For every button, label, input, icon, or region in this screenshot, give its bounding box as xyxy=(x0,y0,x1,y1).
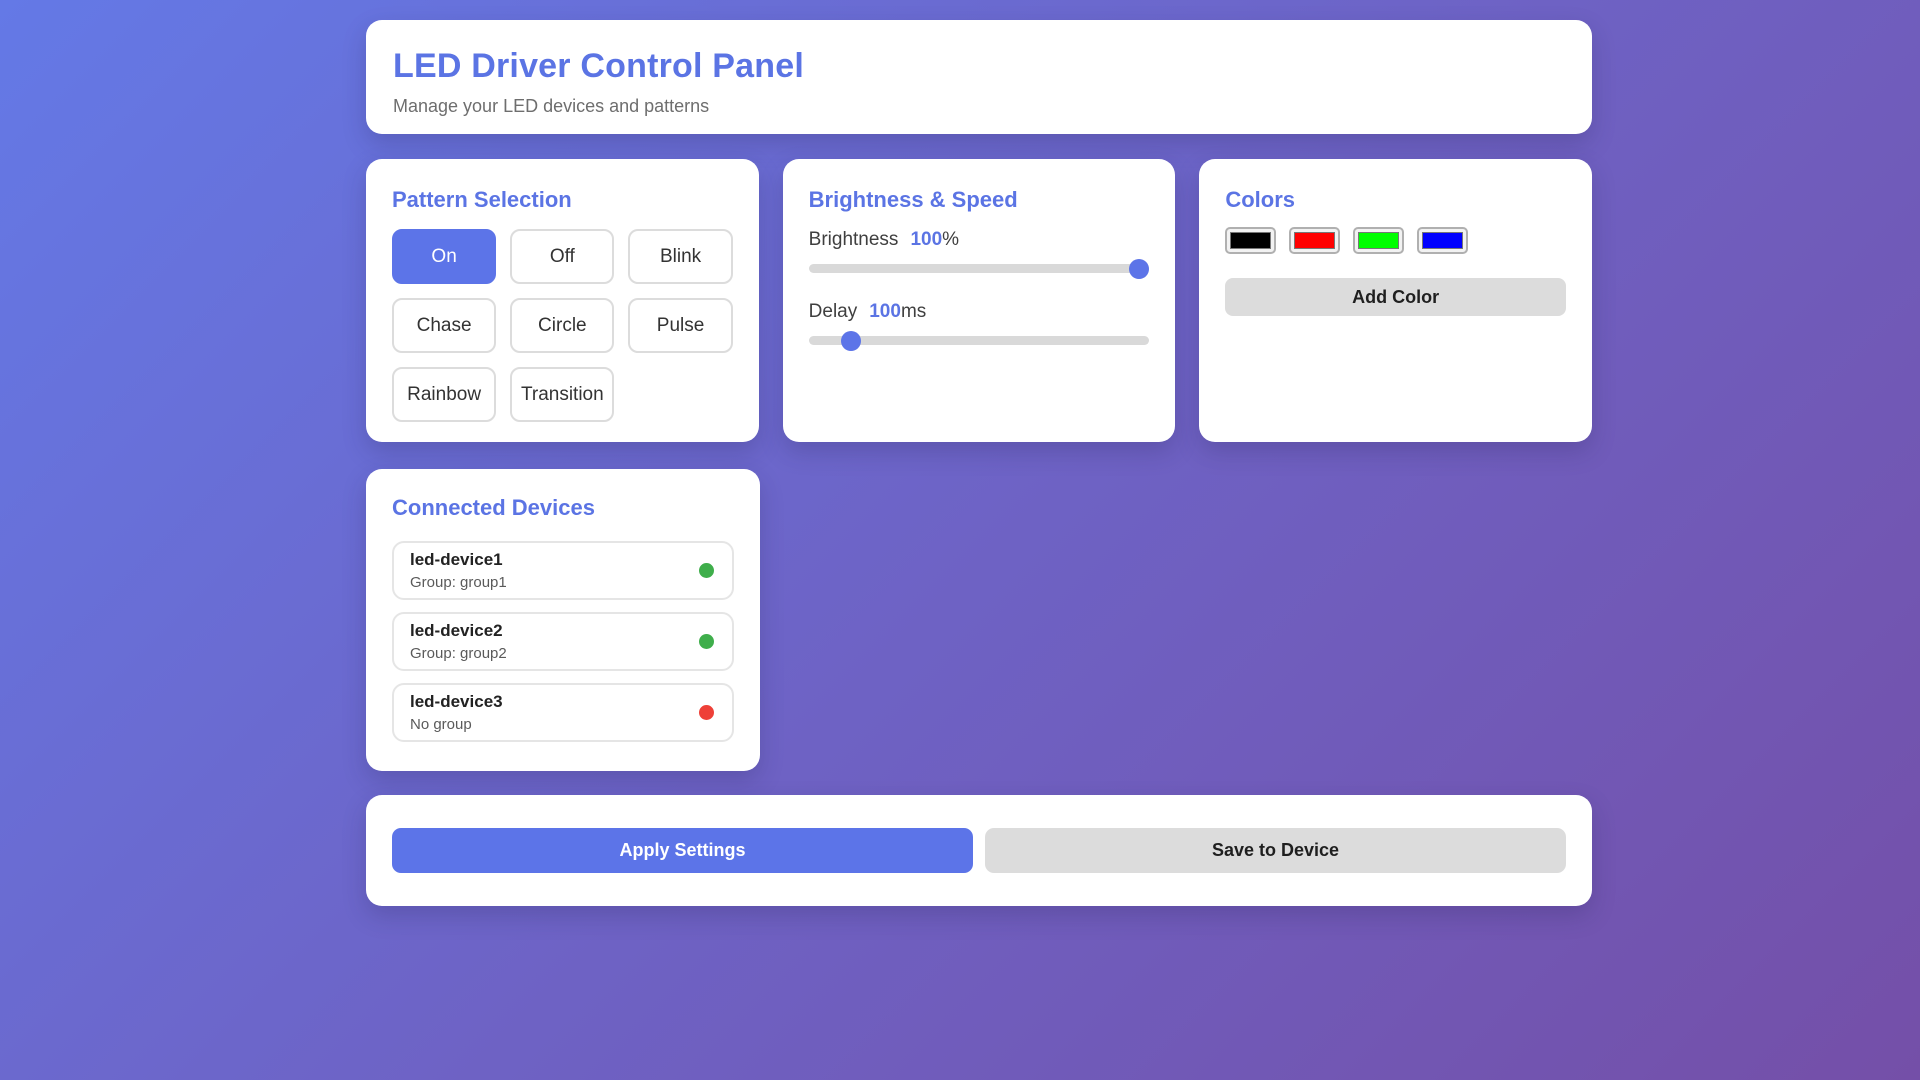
brightness-speed-card: Brightness & Speed Brightness 100% Delay 1… xyxy=(783,159,1176,442)
brightness-unit: % xyxy=(942,229,959,250)
pattern-button-pulse[interactable]: Pulse xyxy=(628,298,732,353)
pattern-grid: On Off Blink Chase Circle Pulse Rainbow … xyxy=(392,229,733,422)
colors-heading: Colors xyxy=(1225,187,1566,213)
color-swatch-black[interactable] xyxy=(1225,227,1276,254)
device-info: led-device1 Group: group1 xyxy=(410,550,507,591)
pattern-button-circle[interactable]: Circle xyxy=(510,298,614,353)
device-group: Group: group2 xyxy=(410,645,507,662)
brightness-label-row: Brightness 100% xyxy=(809,229,1150,251)
delay-slider-group: Delay 100ms xyxy=(809,301,1150,345)
page-subtitle: Manage your LED devices and patterns xyxy=(393,96,1565,117)
color-swatch-red[interactable] xyxy=(1289,227,1340,254)
color-swatch-green[interactable] xyxy=(1353,227,1404,254)
pattern-button-on[interactable]: On xyxy=(392,229,496,284)
delay-value: 100 xyxy=(869,301,901,322)
delay-slider-thumb[interactable] xyxy=(841,331,861,351)
pattern-button-blink[interactable]: Blink xyxy=(628,229,732,284)
actions-card: Apply Settings Save to Device xyxy=(366,795,1592,906)
save-to-device-button[interactable]: Save to Device xyxy=(985,828,1566,873)
device-info: led-device3 No group xyxy=(410,692,503,733)
delay-label: Delay xyxy=(809,301,858,322)
brightness-slider-group: Brightness 100% xyxy=(809,229,1150,273)
pattern-selection-heading: Pattern Selection xyxy=(392,187,733,213)
device-name: led-device2 xyxy=(410,621,507,641)
brightness-slider-thumb[interactable] xyxy=(1129,259,1149,279)
status-dot xyxy=(699,705,714,720)
color-swatch-row xyxy=(1225,227,1566,254)
pattern-selection-card: Pattern Selection On Off Blink Chase Cir… xyxy=(366,159,759,442)
status-dot xyxy=(699,563,714,578)
device-name: led-device3 xyxy=(410,692,503,712)
brightness-slider[interactable] xyxy=(809,264,1150,273)
brightness-value: 100 xyxy=(910,229,942,250)
pattern-button-chase[interactable]: Chase xyxy=(392,298,496,353)
device-name: led-device1 xyxy=(410,550,507,570)
delay-unit: ms xyxy=(901,301,926,322)
delay-label-row: Delay 100ms xyxy=(809,301,1150,323)
color-swatch-red-fill xyxy=(1294,232,1335,249)
apply-settings-button[interactable]: Apply Settings xyxy=(392,828,973,873)
pattern-button-off[interactable]: Off xyxy=(510,229,614,284)
delay-slider[interactable] xyxy=(809,336,1150,345)
header-card: LED Driver Control Panel Manage your LED… xyxy=(366,20,1592,134)
color-swatch-blue-fill xyxy=(1422,232,1463,249)
color-swatch-green-fill xyxy=(1358,232,1399,249)
top-cards-row: Pattern Selection On Off Blink Chase Cir… xyxy=(366,159,1592,442)
device-group: No group xyxy=(410,716,503,733)
device-list: led-device1 Group: group1 led-device2 Gr… xyxy=(392,541,734,742)
connected-devices-heading: Connected Devices xyxy=(392,495,734,521)
device-row-led-device1[interactable]: led-device1 Group: group1 xyxy=(392,541,734,600)
device-row-led-device3[interactable]: led-device3 No group xyxy=(392,683,734,742)
color-swatch-black-fill xyxy=(1230,232,1271,249)
device-info: led-device2 Group: group2 xyxy=(410,621,507,662)
pattern-button-transition[interactable]: Transition xyxy=(510,367,614,422)
device-row-led-device2[interactable]: led-device2 Group: group2 xyxy=(392,612,734,671)
add-color-button[interactable]: Add Color xyxy=(1225,278,1566,316)
colors-card: Colors Add Color xyxy=(1199,159,1592,442)
connected-devices-card: Connected Devices led-device1 Group: gro… xyxy=(366,469,760,771)
page-title: LED Driver Control Panel xyxy=(393,47,1565,86)
device-group: Group: group1 xyxy=(410,574,507,591)
brightness-label: Brightness xyxy=(809,229,899,250)
color-swatch-blue[interactable] xyxy=(1417,227,1468,254)
status-dot xyxy=(699,634,714,649)
brightness-speed-heading: Brightness & Speed xyxy=(809,187,1150,213)
pattern-button-rainbow[interactable]: Rainbow xyxy=(392,367,496,422)
